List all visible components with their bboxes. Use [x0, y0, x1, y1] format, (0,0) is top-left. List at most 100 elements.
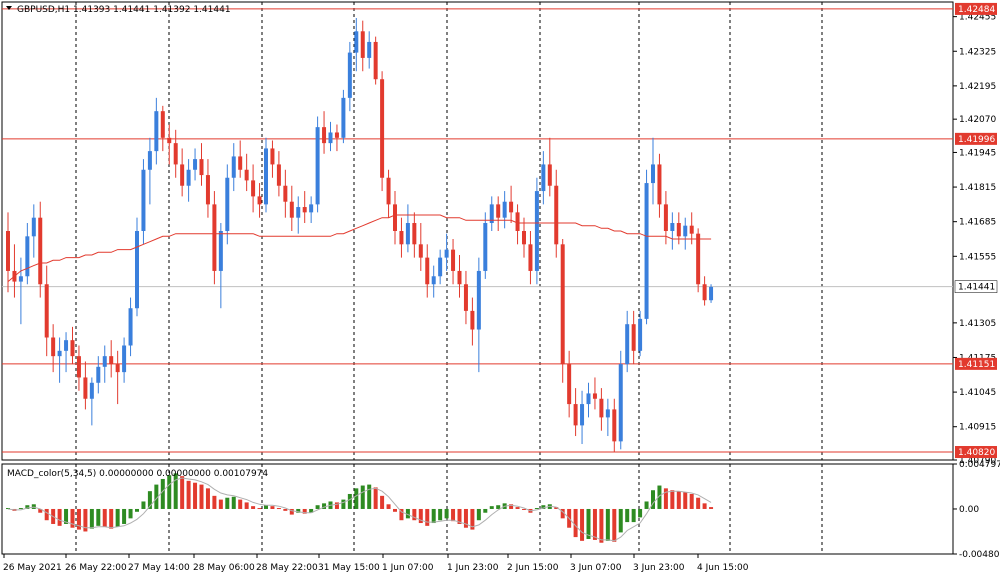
macd-axis: 0.0047972 0.00 -0.004803	[953, 460, 1000, 560]
candle-body	[431, 276, 436, 285]
macd-header: MACD_color(5,34,5) 0.00000000 0.00000000…	[7, 469, 268, 479]
macd-bar	[315, 505, 320, 509]
macd-bar	[238, 499, 243, 509]
macd-bar	[109, 508, 114, 529]
candle-body	[463, 284, 468, 311]
candle-body	[354, 31, 359, 53]
candle-body	[141, 169, 146, 231]
candle-body	[599, 398, 604, 418]
time-tick-label: 3 Jun 23:00	[633, 563, 685, 573]
candle-body	[625, 324, 630, 365]
candle-body	[64, 340, 69, 351]
candle-body	[257, 196, 262, 205]
time-axis: 26 May 2021 26 May 22:00 27 May 14:00 28 Ma…	[3, 554, 749, 573]
candle-body	[147, 151, 152, 170]
candle-body	[270, 148, 275, 165]
macd-bar	[212, 495, 217, 509]
price-tick-label: 1.41945	[959, 148, 996, 158]
macd-bar	[625, 508, 630, 523]
candle-body	[231, 156, 236, 178]
macd-bar	[444, 508, 449, 519]
candle-body	[425, 257, 430, 285]
candle-body	[476, 270, 481, 330]
candle-body	[438, 257, 443, 277]
candle-body	[483, 223, 488, 271]
svg-text:GBPUSD,H1 1.41393 1.41441 1.41: GBPUSD,H1 1.41393 1.41441 1.41392 1.4144…	[17, 5, 231, 15]
candle-body	[89, 382, 94, 399]
candle-body	[218, 231, 223, 271]
candle-body	[373, 41, 378, 80]
macd-bar	[193, 482, 198, 509]
candle-body	[451, 249, 456, 271]
candle-body	[393, 204, 397, 231]
candle-body	[380, 79, 385, 178]
macd-tick-label: -0.004803	[959, 550, 1000, 560]
candle-body	[631, 324, 636, 351]
time-tick-label: 2 Jun 15:00	[507, 563, 559, 573]
level-label: 1.41996	[958, 135, 995, 145]
candle-body	[670, 223, 675, 231]
time-tick-label: 26 May 2021	[3, 563, 62, 573]
candle-body	[586, 393, 591, 405]
macd-bar	[638, 508, 643, 518]
macd-bar	[483, 508, 488, 513]
macd-bar	[592, 508, 597, 540]
candle-body	[315, 127, 320, 205]
candle-body	[212, 204, 217, 271]
macd-bar	[231, 496, 236, 509]
price-tick-label: 1.42195	[959, 82, 996, 92]
candle-body	[38, 217, 43, 285]
macd-bar	[496, 505, 501, 509]
candle-body	[657, 164, 662, 205]
candle-body	[160, 111, 165, 138]
macd-bar	[676, 491, 681, 509]
candle-body	[528, 244, 533, 271]
macd-bar	[122, 508, 127, 524]
macd-bar	[264, 505, 268, 509]
candle-body	[412, 223, 417, 245]
time-tick-label: 28 May 22:00	[256, 563, 318, 573]
candle-body	[251, 180, 256, 197]
chart-header: GBPUSD,H1 1.41393 1.41441 1.41392 1.4144…	[6, 5, 231, 15]
macd-name: MACD_color(5,34,5)	[7, 469, 96, 479]
price-axis: 1.424551.423251.421951.420701.419451.418…	[953, 13, 996, 466]
price-tick-label: 1.41555	[959, 252, 996, 262]
candle-body	[51, 337, 56, 357]
candle-body	[238, 156, 243, 170]
candle-body	[360, 31, 365, 58]
candle-body	[580, 404, 585, 426]
time-tick-label: 26 May 22:00	[65, 563, 127, 573]
candle-body	[638, 318, 643, 351]
macd-bar	[283, 508, 288, 511]
candle-body	[109, 356, 114, 365]
macd-bar	[141, 501, 146, 509]
time-tick-label: 4 Jun 15:00	[697, 563, 749, 573]
macd-bar	[270, 506, 275, 509]
macd-bar	[431, 508, 436, 524]
candle-body	[592, 393, 597, 399]
macd-bar	[251, 506, 256, 509]
price-chart[interactable]: 1.424551.423251.421951.420701.419451.418…	[0, 0, 1000, 578]
macd-bar	[709, 507, 714, 509]
candle-body	[276, 164, 281, 186]
macd-bar	[205, 488, 210, 509]
macd-bar	[380, 495, 385, 509]
macd-bar	[115, 508, 120, 527]
candle-body	[683, 225, 688, 237]
candle-body	[322, 127, 327, 144]
macd-bar	[702, 503, 707, 509]
candle-body	[341, 97, 346, 138]
macd-bar	[89, 508, 94, 529]
candle-body	[18, 276, 23, 282]
macd-bar	[438, 508, 443, 521]
macd-bar	[70, 508, 75, 528]
candle-body	[302, 207, 307, 213]
candle-body	[605, 409, 610, 418]
macd-value-2: 0.00000000	[156, 469, 211, 479]
candle-body	[554, 185, 559, 245]
macd-bar	[489, 506, 494, 509]
macd-value-1: 0.00000000	[99, 469, 154, 479]
candle-body	[70, 340, 75, 357]
price-tick-label: 1.42070	[959, 115, 996, 125]
price-tick-label: 1.41685	[959, 218, 996, 228]
